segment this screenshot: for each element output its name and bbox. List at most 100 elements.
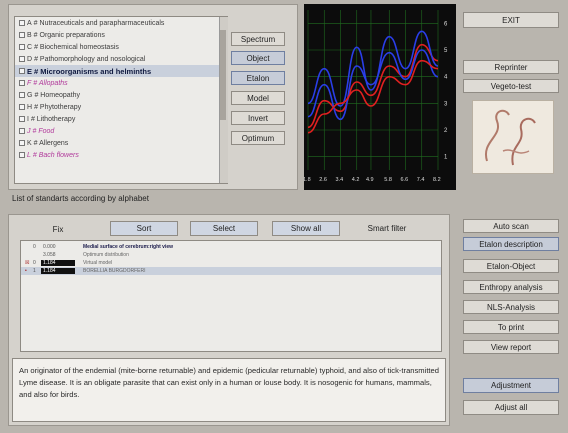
category-letter: A <box>27 19 32 27</box>
checkbox[interactable] <box>19 128 25 134</box>
x-tick-label: 5.8 <box>384 177 392 183</box>
worm-icon <box>484 109 536 166</box>
category-letter: E <box>27 66 33 76</box>
row-value: 0.000 <box>43 244 56 250</box>
category-label: # Phytotherapy <box>34 103 82 111</box>
category-label: # Allopaths <box>33 79 68 87</box>
checkbox[interactable] <box>19 140 25 146</box>
category-item[interactable]: I # Lithotherapy <box>15 113 227 125</box>
adjust-all-button[interactable]: Adjust all <box>463 400 559 415</box>
category-item[interactable]: C # Biochemical homeostasis <box>15 41 227 53</box>
object-button[interactable]: Object <box>231 51 285 65</box>
category-item[interactable]: E # Microorganisms and helminths <box>15 65 227 77</box>
description-box: An originator of the endemial (mite-born… <box>12 358 446 422</box>
category-letter: H <box>27 103 33 111</box>
auto-scan-button[interactable]: Auto scan <box>463 219 559 233</box>
row-number: 0 <box>33 244 36 250</box>
category-item[interactable]: K # Allergens <box>15 137 227 149</box>
reprinter-button[interactable]: Reprinter <box>463 60 559 74</box>
sort-button[interactable]: Sort <box>110 221 178 236</box>
category-label: # Lithotherapy <box>30 115 76 123</box>
category-letter: K <box>27 139 32 147</box>
x-tick-label: 6.6 <box>401 177 409 183</box>
checkbox[interactable] <box>19 56 25 62</box>
row-label: Medial surface of cerebrum:right view <box>83 244 174 250</box>
chart-background <box>304 4 456 190</box>
category-item[interactable]: J # Food <box>15 125 227 137</box>
row-mark[interactable]: ☒ <box>25 260 33 266</box>
standard-row[interactable]: • 1 1.184 BORELLIA BURGDORFERI <box>21 267 441 275</box>
row-label: Virtual model <box>83 260 113 266</box>
x-tick-label: 3.4 <box>336 177 344 183</box>
row-label: Optimum distribution <box>83 252 129 258</box>
x-tick-label: 2.6 <box>319 177 327 183</box>
standard-row[interactable]: ☒ 0 1.184 Virtual model <box>21 259 441 267</box>
exit-button[interactable]: EXIT <box>463 12 559 28</box>
description-text: An originator of the endemial (mite-born… <box>19 366 439 399</box>
adjustment-button[interactable]: Adjustment <box>463 378 559 393</box>
category-item[interactable]: D # Pathomorphology and nosological <box>15 53 227 65</box>
row-mark[interactable]: • <box>25 268 33 274</box>
spectrum-button[interactable]: Spectrum <box>231 32 285 46</box>
spectrum-chart: 1234561.8 2.6 3.4 4.2 4.9 5.8 6.6 7.4 8.2 <box>304 4 456 190</box>
category-item[interactable]: L # Bach flowers <box>15 149 227 161</box>
x-tick-label: 1.8 <box>304 177 311 183</box>
x-tick-label: 7.4 <box>417 177 425 183</box>
category-scroll-thumb[interactable] <box>220 30 226 120</box>
checkbox[interactable] <box>19 80 25 86</box>
enthropy-analysis-button[interactable]: Enthropy analysis <box>463 280 559 294</box>
model-button[interactable]: Model <box>231 91 285 105</box>
category-letter: D <box>27 55 33 63</box>
category-letter: J <box>27 127 31 135</box>
category-label: # Biochemical homeostasis <box>34 43 119 51</box>
category-item[interactable]: F # Allopaths <box>15 77 227 89</box>
category-label: # Bach flowers <box>32 151 79 159</box>
standard-row[interactable]: 3.058 Optimum distribution <box>21 251 441 259</box>
etalon-button[interactable]: Etalon <box>231 71 285 85</box>
show-all-button[interactable]: Show all <box>272 221 340 236</box>
category-label: # Pathomorphology and nosological <box>34 55 146 63</box>
category-label: # Organic preparations <box>33 31 105 39</box>
category-item[interactable]: G # Homeopathy <box>15 89 227 101</box>
category-item[interactable]: A # Nutraceuticals and parapharmaceutical… <box>15 17 227 29</box>
checkbox[interactable] <box>19 152 25 158</box>
category-label: # Allergens <box>33 139 69 147</box>
select-button[interactable]: Select <box>190 221 258 236</box>
checkbox[interactable] <box>19 32 25 38</box>
category-list[interactable]: A # Nutraceuticals and parapharmaceutical… <box>14 16 228 184</box>
to-print-button[interactable]: To print <box>463 320 559 334</box>
category-item[interactable]: H # Phytotherapy <box>15 101 227 113</box>
invert-button[interactable]: Invert <box>231 111 285 125</box>
row-number: 1 <box>33 268 36 274</box>
category-label: # Microorganisms and helminths <box>34 66 152 76</box>
row-number: 0 <box>33 260 36 266</box>
fix-button[interactable]: Fix <box>24 222 92 236</box>
category-item[interactable]: B # Organic preparations <box>15 29 227 41</box>
category-letter: B <box>27 31 32 39</box>
x-tick-label: 8.2 <box>433 177 441 183</box>
etalon-description-button[interactable]: Etalon description <box>463 237 559 251</box>
organism-image <box>472 100 554 174</box>
smart-filter-button[interactable]: Smart filter <box>352 221 422 236</box>
standards-list[interactable]: 0 0.000 Medial surface of cerebrum:right v… <box>20 240 442 352</box>
category-letter: F <box>27 79 32 87</box>
category-letter: L <box>27 151 31 159</box>
row-label: BORELLIA BURGDORFERI <box>83 268 146 274</box>
view-report-button[interactable]: View report <box>463 340 559 354</box>
category-label: # Homeopathy <box>34 91 80 99</box>
checkbox[interactable] <box>19 68 25 74</box>
category-letter: G <box>27 91 33 99</box>
checkbox[interactable] <box>19 44 25 50</box>
category-label: # Food <box>32 127 55 135</box>
row-value: 1.184 <box>41 268 75 274</box>
checkbox[interactable] <box>19 104 25 110</box>
standard-row[interactable]: 0 0.000 Medial surface of cerebrum:right v… <box>21 243 441 251</box>
checkbox[interactable] <box>19 92 25 98</box>
checkbox[interactable] <box>19 116 25 122</box>
checkbox[interactable] <box>19 20 25 26</box>
category-label: # Nutraceuticals and parapharmaceuticals <box>33 19 165 27</box>
etalon-object-button[interactable]: Etalon-Object <box>463 259 559 273</box>
nls-analysis-button[interactable]: NLS-Analysis <box>463 300 559 314</box>
vegeto-test-button[interactable]: Vegeto-test <box>463 79 559 93</box>
optimum-button[interactable]: Optimum <box>231 131 285 145</box>
